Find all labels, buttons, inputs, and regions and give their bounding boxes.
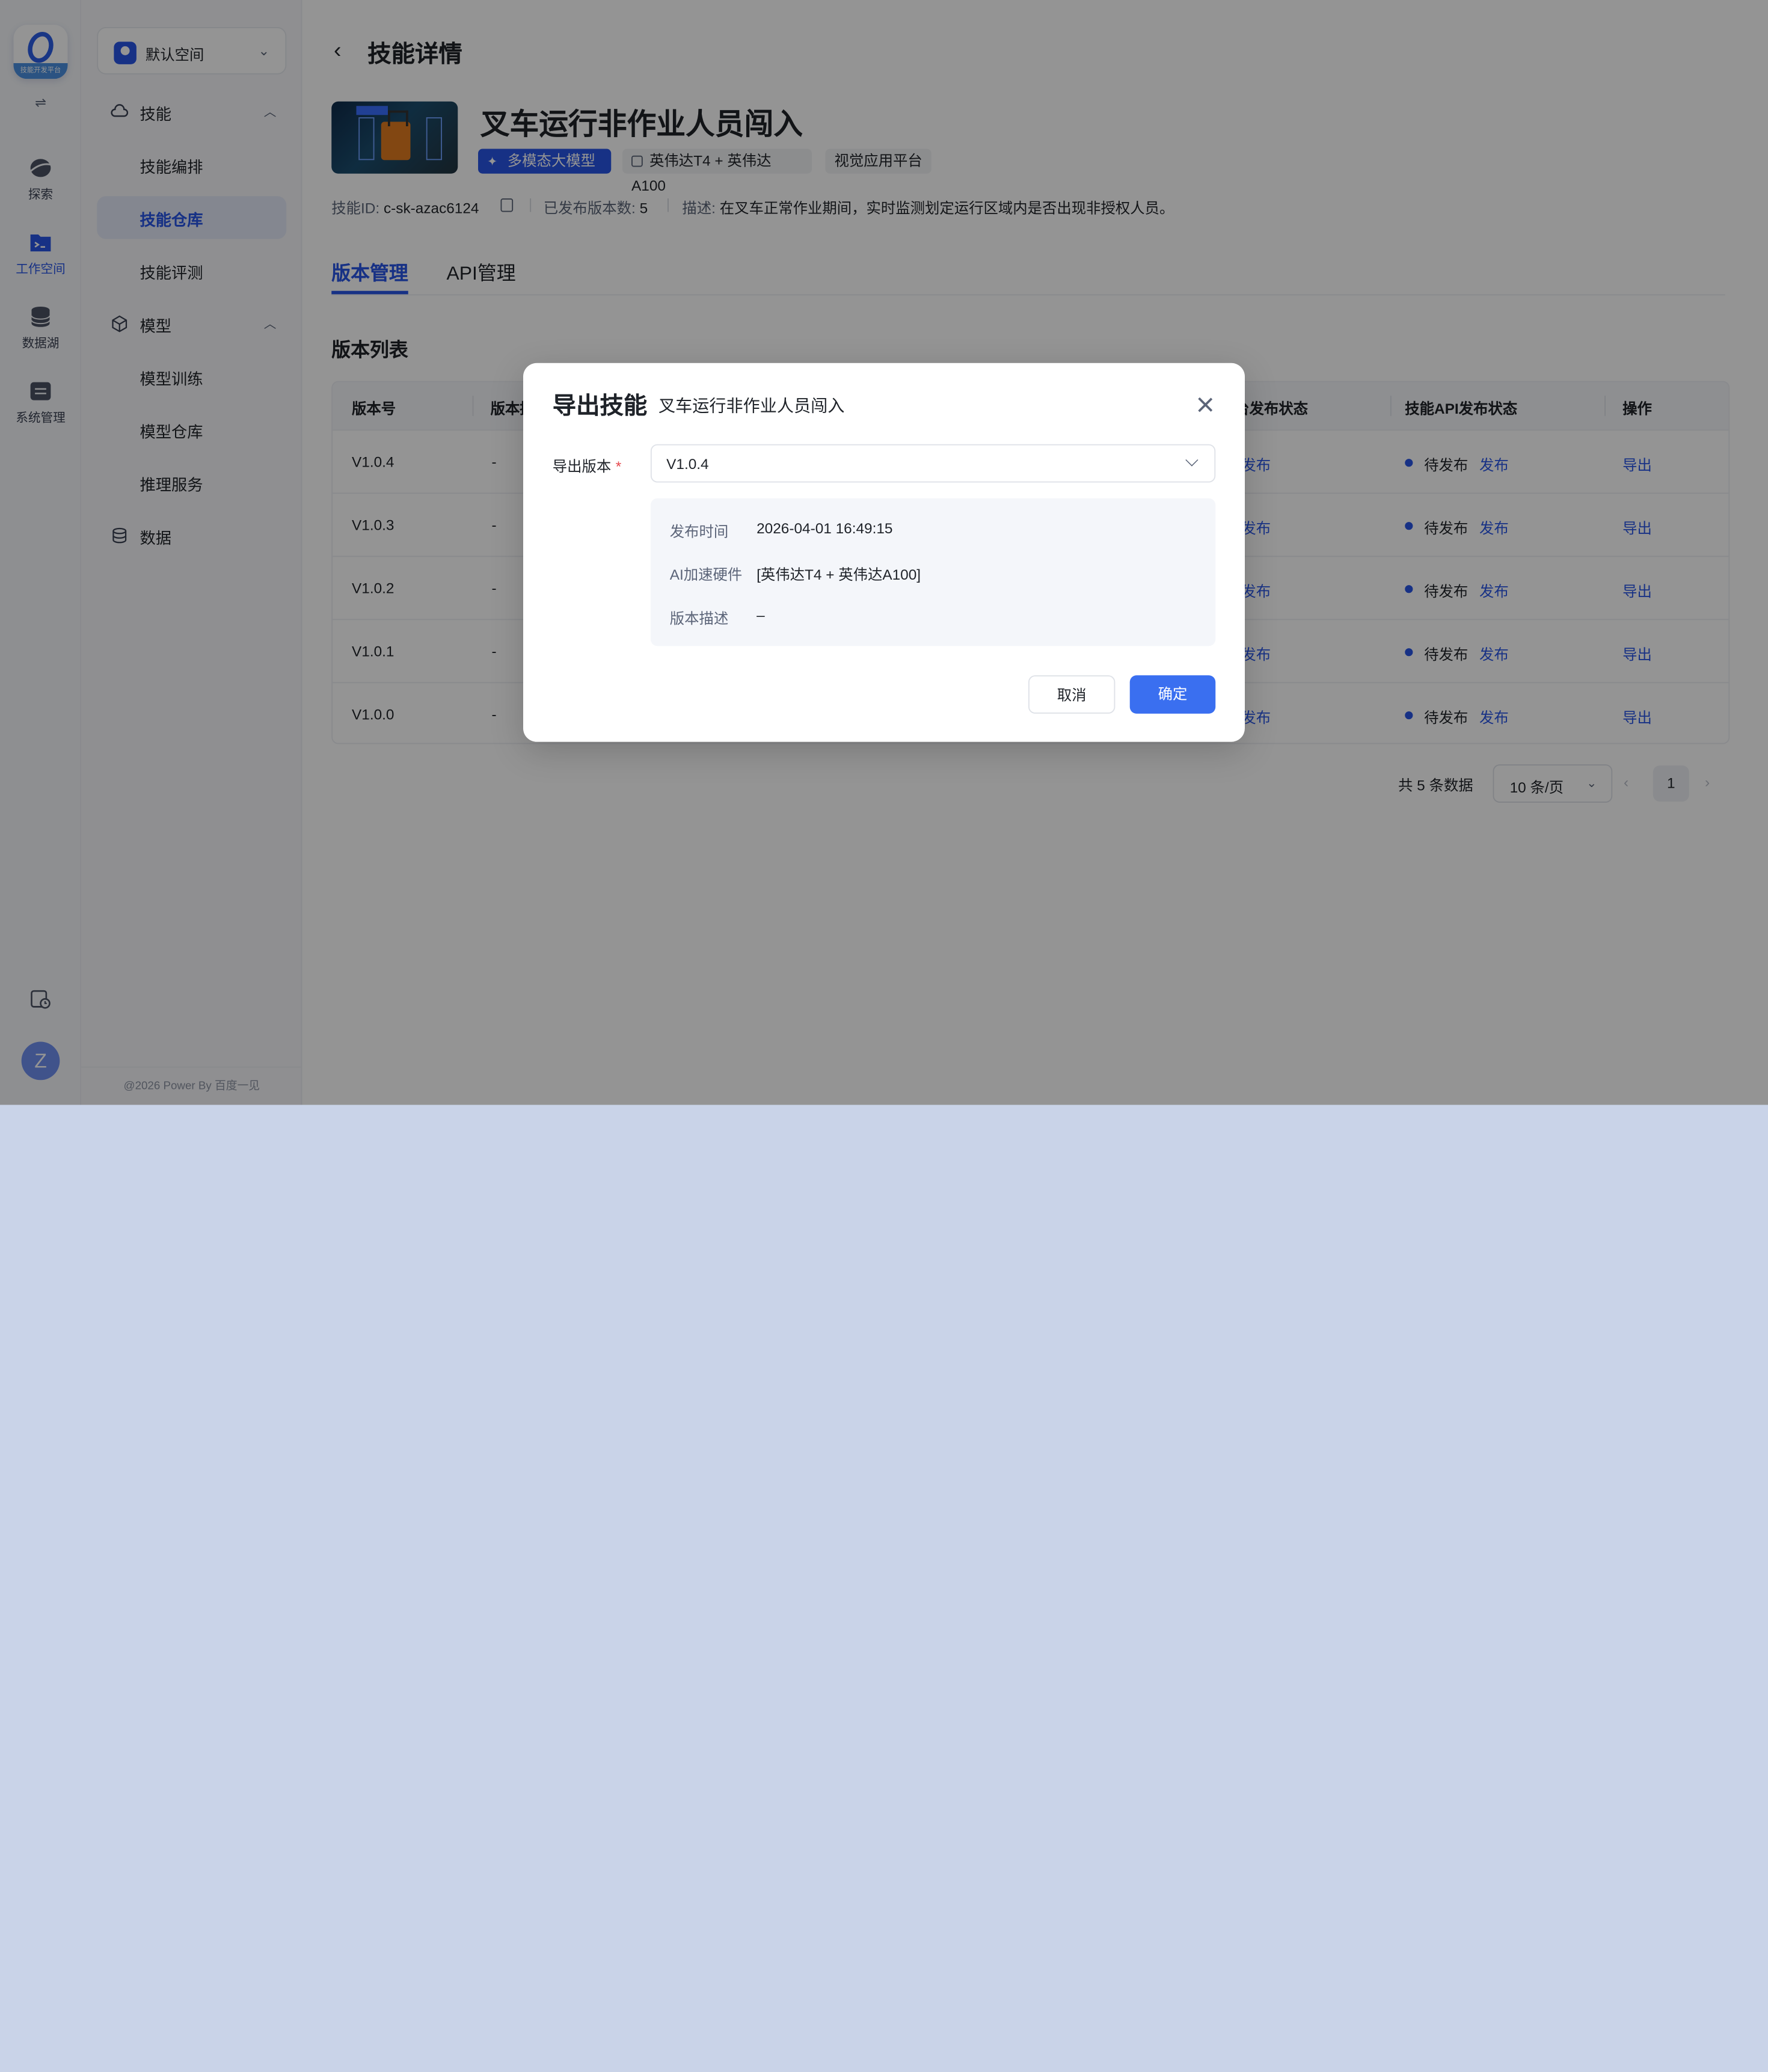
export-version-select[interactable]: V1.0.4 xyxy=(651,444,1215,483)
export-version-label: 导出版本* xyxy=(553,455,622,476)
export-skill-modal: 导出技能 叉车运行非作业人员闯入 导出版本* V1.0.4 发布时间 2026-… xyxy=(523,363,1245,742)
modal-subtitle: 叉车运行非作业人员闯入 xyxy=(658,393,844,417)
chevron-down-icon xyxy=(1185,453,1198,466)
confirm-button[interactable]: 确定 xyxy=(1130,675,1216,714)
modal-title: 导出技能 xyxy=(553,388,648,421)
close-icon[interactable] xyxy=(1196,394,1216,415)
cancel-button[interactable]: 取消 xyxy=(1028,675,1115,714)
version-detail-panel: 发布时间 2026-04-01 16:49:15 AI加速硬件 [英伟达T4 +… xyxy=(651,498,1215,646)
